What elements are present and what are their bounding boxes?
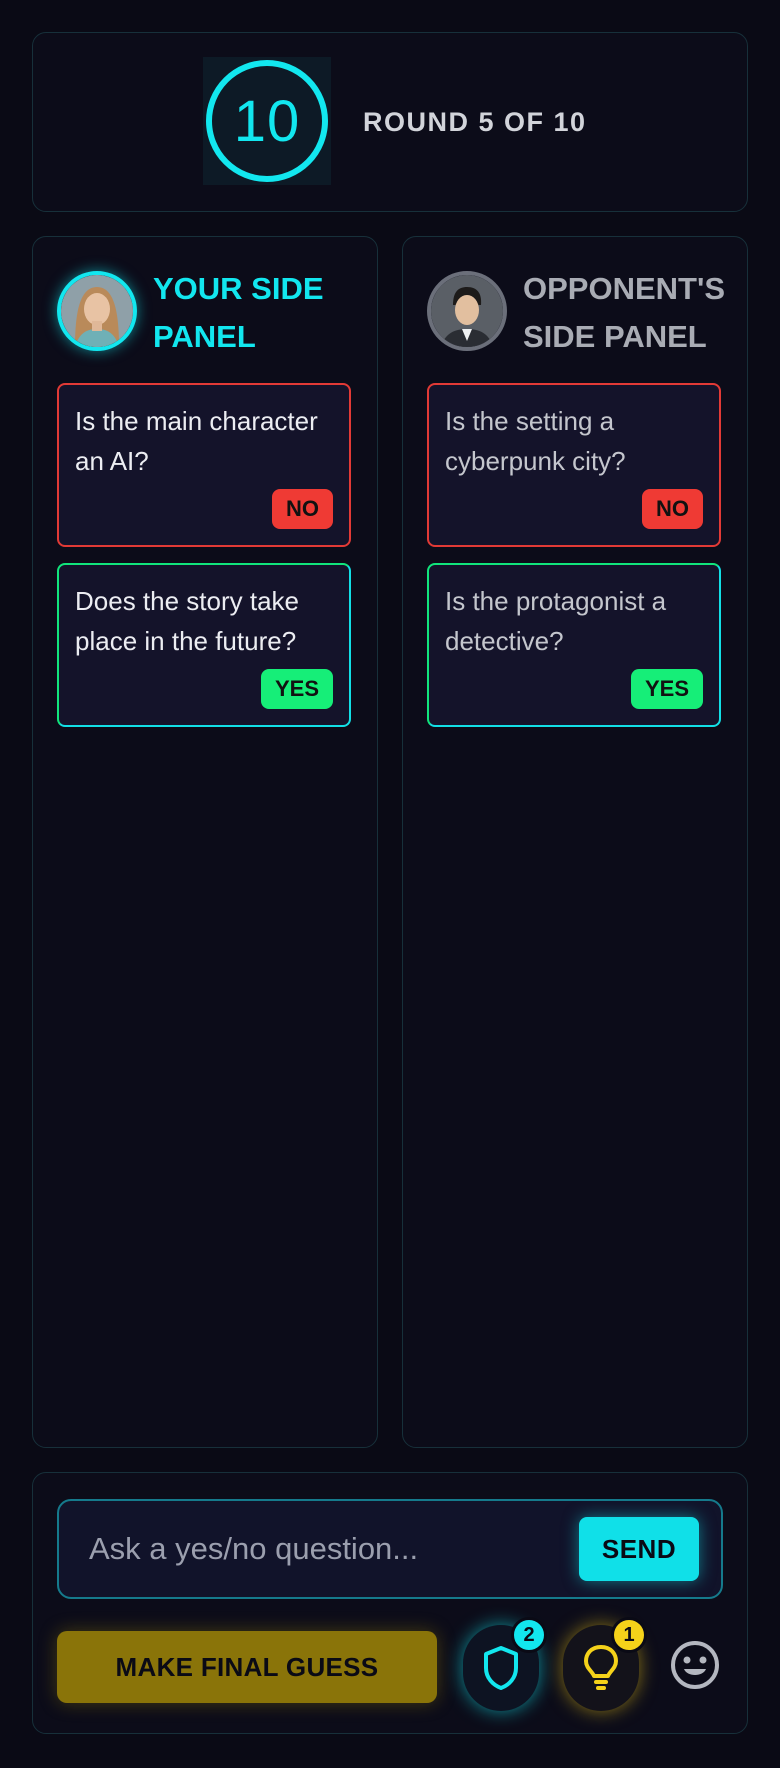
question-card: Is the protagonist a detective? YES bbox=[427, 563, 721, 727]
question-text: Is the setting a cyberpunk city? bbox=[445, 406, 626, 476]
question-card: Is the setting a cyberpunk city? NO bbox=[427, 383, 721, 547]
opponent-side-panel: OPPONENT'S SIDE PANEL Is the setting a c… bbox=[402, 236, 748, 1448]
question-input[interactable] bbox=[89, 1525, 539, 1573]
hint-powerup-button[interactable]: 1 bbox=[563, 1617, 647, 1711]
question-composer: SEND bbox=[57, 1499, 723, 1599]
your-avatar bbox=[57, 271, 137, 351]
shield-count-badge: 2 bbox=[511, 1617, 547, 1653]
smiley-icon bbox=[671, 1641, 719, 1689]
round-header: 10 ROUND 5 OF 10 bbox=[32, 32, 748, 212]
shield-powerup-button[interactable]: 2 bbox=[463, 1617, 547, 1711]
make-final-guess-button[interactable]: MAKE FINAL GUESS bbox=[57, 1631, 437, 1703]
timer-value: 10 bbox=[233, 88, 301, 154]
your-side-panel: YOUR SIDE PANEL Is the main character an… bbox=[32, 236, 378, 1448]
opponent-avatar bbox=[427, 271, 507, 351]
question-text: Does the story take place in the future? bbox=[75, 586, 299, 656]
lightbulb-icon bbox=[584, 1645, 618, 1690]
round-timer: 10 bbox=[203, 57, 331, 185]
hint-count-badge: 1 bbox=[611, 1617, 647, 1653]
round-label: ROUND 5 OF 10 bbox=[363, 107, 587, 137]
answer-badge-no: NO bbox=[642, 489, 703, 529]
your-panel-title: YOUR SIDE PANEL bbox=[153, 271, 324, 354]
opponent-panel-title: OPPONENT'S SIDE PANEL bbox=[523, 271, 726, 354]
shield-icon bbox=[484, 1646, 518, 1690]
send-button[interactable]: SEND bbox=[579, 1517, 699, 1581]
answer-badge-yes: YES bbox=[630, 669, 703, 709]
question-text: Is the protagonist a detective? bbox=[445, 586, 667, 656]
answer-badge-yes: YES bbox=[260, 669, 333, 709]
question-text: Is the main character an AI? bbox=[75, 406, 318, 476]
controls-panel: SEND MAKE FINAL GUESS 2 1 bbox=[32, 1472, 748, 1734]
question-card: Is the main character an AI? NO bbox=[57, 383, 351, 547]
emoji-button[interactable] bbox=[665, 1635, 725, 1695]
answer-badge-no: NO bbox=[272, 489, 333, 529]
question-card: Does the story take place in the future?… bbox=[57, 563, 351, 727]
